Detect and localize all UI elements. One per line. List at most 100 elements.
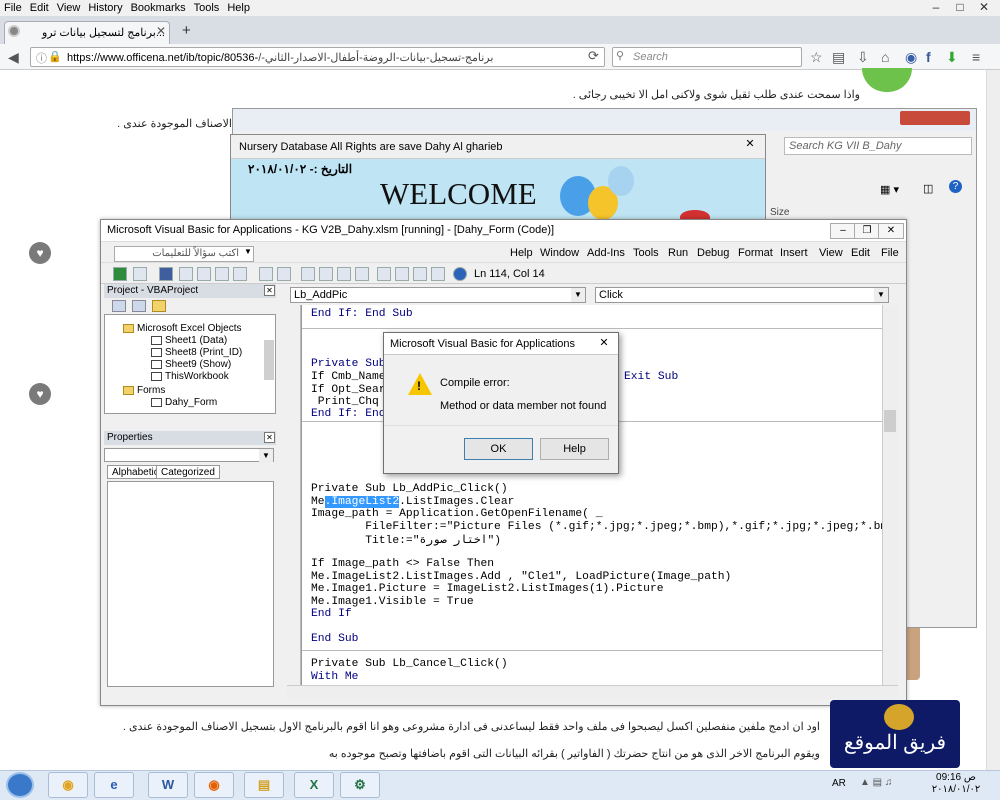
- excel-icon[interactable]: [113, 267, 127, 281]
- facebook-icon[interactable]: f: [926, 49, 931, 65]
- nursery-close-icon[interactable]: ✕: [736, 137, 764, 153]
- minimize-icon[interactable]: –: [830, 223, 856, 239]
- paste-icon[interactable]: [215, 267, 229, 281]
- page-scrollbar[interactable]: [986, 70, 1000, 770]
- menu-help[interactable]: Help: [510, 247, 533, 259]
- object-browser-icon[interactable]: [413, 267, 427, 281]
- scroll-thumb[interactable]: [884, 410, 896, 432]
- menu-history[interactable]: History: [84, 0, 126, 14]
- undo-icon[interactable]: [259, 267, 273, 281]
- object-select[interactable]: Lb_AddPic ▼: [290, 287, 586, 303]
- tree-node-forms[interactable]: Forms: [123, 385, 165, 396]
- view-options-icon[interactable]: ▦ ▾: [880, 183, 899, 196]
- help-icon[interactable]: [453, 267, 467, 281]
- menu-window[interactable]: Window: [540, 247, 579, 259]
- tree-node-thisworkbook[interactable]: ThisWorkbook: [151, 371, 229, 382]
- start-button[interactable]: [6, 772, 34, 798]
- word-icon[interactable]: W: [148, 772, 188, 798]
- search-input[interactable]: Search: [612, 47, 802, 67]
- code-horizontal-scrollbar[interactable]: [287, 685, 898, 699]
- excel-icon[interactable]: X: [294, 772, 334, 798]
- close-icon[interactable]: ✕: [594, 336, 614, 350]
- reload-icon[interactable]: ⟳: [588, 48, 599, 64]
- ok-button[interactable]: OK: [464, 438, 533, 460]
- explorer-search-input[interactable]: Search KG VII B_Dahy: [784, 137, 972, 155]
- properties-window-icon[interactable]: [395, 267, 409, 281]
- preview-pane-icon[interactable]: ◫: [923, 182, 933, 195]
- menu-edit[interactable]: Edit: [851, 247, 870, 259]
- url-bar[interactable]: https://www.officena.net/ib/topic/80536-…: [30, 47, 605, 67]
- pocket-icon[interactable]: ◉: [905, 49, 917, 66]
- properties-object-select[interactable]: ▼: [104, 448, 274, 463]
- project-scrollbar[interactable]: [264, 340, 274, 380]
- menu-file[interactable]: File: [0, 0, 26, 14]
- close-icon[interactable]: ✕: [264, 432, 275, 443]
- back-icon[interactable]: ◀: [8, 49, 19, 66]
- restore-icon[interactable]: ❐: [854, 223, 880, 239]
- tree-node-sheet1[interactable]: Sheet1 (Data): [151, 335, 227, 346]
- pause-icon[interactable]: [319, 267, 333, 281]
- menu-run[interactable]: Run: [668, 247, 688, 259]
- procedure-select[interactable]: Click ▼: [595, 287, 889, 303]
- properties-grid[interactable]: [107, 481, 274, 687]
- tree-node-sheet9[interactable]: Sheet9 (Show): [151, 359, 231, 370]
- redo-icon[interactable]: [277, 267, 291, 281]
- menu-bookmarks[interactable]: Bookmarks: [127, 0, 190, 14]
- design-mode-icon[interactable]: [355, 267, 369, 281]
- new-tab-button[interactable]: +: [182, 22, 191, 39]
- find-icon[interactable]: [233, 267, 247, 281]
- help-button[interactable]: Help: [540, 438, 609, 460]
- copy-icon[interactable]: [197, 267, 211, 281]
- menu-format[interactable]: Format: [738, 247, 773, 259]
- help-icon[interactable]: ?: [949, 180, 962, 193]
- lock-icon[interactable]: 🔒: [48, 50, 62, 63]
- save-icon[interactable]: [159, 267, 173, 281]
- code-vertical-scrollbar[interactable]: [882, 305, 898, 685]
- menu-hamburger-icon[interactable]: ≡: [972, 49, 980, 65]
- column-header-size[interactable]: Size: [770, 207, 789, 218]
- info-icon[interactable]: ⓘ: [36, 50, 47, 66]
- heart-icon[interactable]: ♥: [29, 242, 51, 264]
- chrome-icon[interactable]: ◉: [48, 772, 88, 798]
- view-code-icon[interactable]: [112, 300, 126, 312]
- view-object-icon[interactable]: [132, 300, 146, 312]
- menu-tools[interactable]: Tools: [633, 247, 659, 259]
- heart-icon[interactable]: ♥: [29, 383, 51, 405]
- browser-tab[interactable]: ...برنامج لتسجيل بيانات ترو: [4, 21, 170, 44]
- toggle-folders-icon[interactable]: [152, 300, 166, 312]
- menu-tools[interactable]: Tools: [190, 0, 224, 14]
- menu-file[interactable]: File: [881, 247, 899, 259]
- vba-icon[interactable]: ⚙: [340, 772, 380, 798]
- language-indicator[interactable]: AR: [832, 778, 846, 789]
- menu-add-ins[interactable]: Add-Ins: [587, 247, 625, 259]
- tray-icons[interactable]: ▲ ▤ ♫: [860, 777, 892, 788]
- tree-node-dahy-form[interactable]: Dahy_Form: [151, 397, 217, 408]
- close-icon[interactable]: ✕: [972, 0, 996, 14]
- close-icon[interactable]: ✕: [264, 285, 275, 296]
- firefox-icon[interactable]: ◉: [194, 772, 234, 798]
- reset-icon[interactable]: [337, 267, 351, 281]
- reading-list-icon[interactable]: ▤: [832, 49, 845, 66]
- chevron-down-icon[interactable]: ▼: [244, 247, 252, 256]
- tree-node-excel-objects[interactable]: Microsoft Excel Objects: [123, 323, 241, 334]
- tab-categorized[interactable]: Categorized: [156, 465, 220, 479]
- menu-insert[interactable]: Insert: [780, 247, 808, 259]
- minimize-icon[interactable]: –: [924, 0, 948, 14]
- close-icon[interactable]: ✕: [878, 223, 904, 239]
- menu-view[interactable]: View: [819, 247, 843, 259]
- menu-debug[interactable]: Debug: [697, 247, 729, 259]
- run-icon[interactable]: [301, 267, 315, 281]
- menu-help[interactable]: Help: [223, 0, 254, 14]
- clock[interactable]: 09:16 ص ٢٠١٨/٠١/٠٢: [918, 772, 994, 796]
- toolbox-icon[interactable]: [431, 267, 445, 281]
- ie-icon[interactable]: e: [94, 772, 134, 798]
- tree-node-sheet8[interactable]: Sheet8 (Print_ID): [151, 347, 242, 358]
- ask-question-input[interactable]: اكتب سؤالاً للتعليمات: [114, 246, 254, 262]
- insert-userform-icon[interactable]: [133, 267, 147, 281]
- explorer-icon[interactable]: ▤: [244, 772, 284, 798]
- maximize-icon[interactable]: □: [948, 0, 972, 14]
- bookmark-star-icon[interactable]: ☆: [810, 49, 823, 66]
- extension-download-icon[interactable]: ⬇: [946, 49, 958, 66]
- cut-icon[interactable]: [179, 267, 193, 281]
- explorer-close-button[interactable]: [900, 111, 970, 125]
